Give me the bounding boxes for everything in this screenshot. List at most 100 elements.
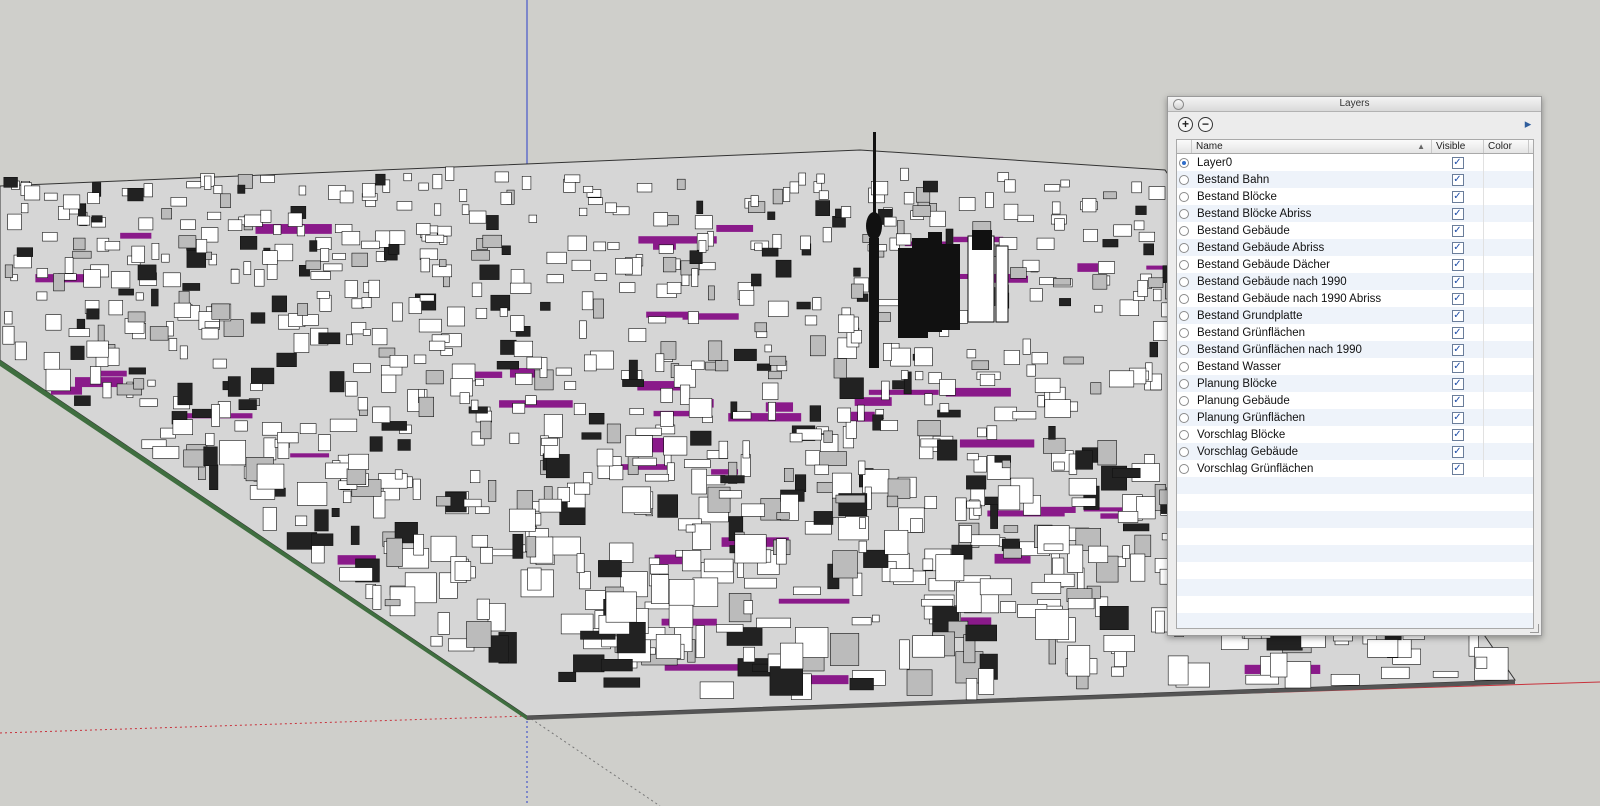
layer-name[interactable]: Bestand Grünflächen nach 1990 [1193, 344, 1432, 356]
layer-color-swatch[interactable] [1483, 273, 1528, 290]
layer-row[interactable]: Planung Blöcke ✓ [1177, 375, 1533, 392]
layer-color-swatch[interactable] [1483, 239, 1528, 256]
layer-color-swatch[interactable] [1483, 222, 1528, 239]
active-layer-radio[interactable] [1179, 310, 1189, 321]
layer-row[interactable]: Bestand Blöcke ✓ [1177, 188, 1533, 205]
layer-name[interactable]: Bestand Blöcke [1193, 191, 1432, 203]
layer-row[interactable]: Bestand Gebäude nach 1990 Abriss ✓ [1177, 290, 1533, 307]
visible-checkbox[interactable]: ✓ [1451, 462, 1464, 475]
visible-checkbox[interactable]: ✓ [1451, 224, 1464, 237]
layer-color-swatch[interactable] [1483, 307, 1528, 324]
layers-panel-titlebar[interactable]: Layers [1168, 97, 1541, 112]
visible-checkbox[interactable]: ✓ [1451, 173, 1464, 186]
active-layer-radio[interactable] [1179, 242, 1189, 253]
layer-color-swatch[interactable] [1483, 426, 1528, 443]
visible-column-header[interactable]: Visible [1432, 140, 1484, 153]
layer-color-swatch[interactable] [1483, 409, 1528, 426]
layer-color-swatch[interactable] [1483, 341, 1528, 358]
visible-checkbox[interactable]: ✓ [1451, 377, 1464, 390]
layer-name[interactable]: Planung Grünflächen [1193, 412, 1432, 424]
layer-row[interactable]: Vorschlag Gebäude ✓ [1177, 443, 1533, 460]
visible-checkbox[interactable]: ✓ [1451, 292, 1464, 305]
layer-row[interactable]: Bestand Grünflächen nach 1990 ✓ [1177, 341, 1533, 358]
active-layer-radio[interactable] [1179, 191, 1189, 202]
color-column-header[interactable]: Color [1484, 140, 1529, 153]
layer-row[interactable]: Layer0 ✓ [1177, 154, 1533, 171]
active-layer-radio[interactable] [1179, 378, 1189, 389]
visible-checkbox[interactable]: ✓ [1451, 411, 1464, 424]
layer-row[interactable]: Vorschlag Grünflächen ✓ [1177, 460, 1533, 477]
layer-color-swatch[interactable] [1483, 171, 1528, 188]
layer-color-swatch[interactable] [1483, 256, 1528, 273]
visible-checkbox[interactable]: ✓ [1451, 343, 1464, 356]
active-layer-radio[interactable] [1179, 395, 1189, 406]
visible-checkbox[interactable]: ✓ [1451, 309, 1464, 322]
layer-color-swatch[interactable] [1483, 154, 1528, 171]
active-layer-radio[interactable] [1179, 174, 1189, 185]
layer-row[interactable]: Bestand Grundplatte ✓ [1177, 307, 1533, 324]
layer-name[interactable]: Bestand Grundplatte [1193, 310, 1432, 322]
active-layer-radio[interactable] [1179, 446, 1189, 457]
layer-row[interactable]: Vorschlag Blöcke ✓ [1177, 426, 1533, 443]
visible-checkbox[interactable]: ✓ [1451, 241, 1464, 254]
layer-name[interactable]: Bestand Gebäude Abriss [1193, 242, 1432, 254]
visible-checkbox[interactable]: ✓ [1451, 360, 1464, 373]
layer-name[interactable]: Layer0 [1193, 157, 1432, 169]
layer-row[interactable]: Bestand Gebäude ✓ [1177, 222, 1533, 239]
details-arrow-icon[interactable]: ▸ [1521, 117, 1535, 131]
layer-row[interactable]: Bestand Wasser ✓ [1177, 358, 1533, 375]
remove-layer-button[interactable]: − [1198, 117, 1213, 132]
layer-name[interactable]: Bestand Gebäude Dächer [1193, 259, 1432, 271]
layer-color-swatch[interactable] [1483, 443, 1528, 460]
layer-row[interactable]: Bestand Bahn ✓ [1177, 171, 1533, 188]
layer-row[interactable]: Bestand Blöcke Abriss ✓ [1177, 205, 1533, 222]
visible-checkbox[interactable]: ✓ [1451, 445, 1464, 458]
active-layer-radio[interactable] [1179, 429, 1189, 440]
layer-row[interactable]: Planung Grünflächen ✓ [1177, 409, 1533, 426]
layer-name[interactable]: Bestand Gebäude [1193, 225, 1432, 237]
active-layer-radio[interactable] [1179, 293, 1189, 304]
active-layer-radio[interactable] [1179, 157, 1189, 168]
visible-checkbox[interactable]: ✓ [1451, 326, 1464, 339]
layer-color-swatch[interactable] [1483, 290, 1528, 307]
name-column-header[interactable]: Name ▲ [1192, 140, 1432, 153]
layer-name[interactable]: Bestand Gebäude nach 1990 Abriss [1193, 293, 1432, 305]
layer-name[interactable]: Vorschlag Grünflächen [1193, 463, 1432, 475]
layer-color-swatch[interactable] [1483, 324, 1528, 341]
layer-row[interactable]: Bestand Grünflächen ✓ [1177, 324, 1533, 341]
active-layer-radio[interactable] [1179, 463, 1189, 474]
layer-name[interactable]: Vorschlag Gebäude [1193, 446, 1432, 458]
layer-color-swatch[interactable] [1483, 205, 1528, 222]
active-layer-radio[interactable] [1179, 276, 1189, 287]
layer-row[interactable]: Planung Gebäude ✓ [1177, 392, 1533, 409]
layer-name[interactable]: Planung Blöcke [1193, 378, 1432, 390]
visible-checkbox[interactable]: ✓ [1451, 258, 1464, 271]
layer-color-swatch[interactable] [1483, 358, 1528, 375]
visible-checkbox[interactable]: ✓ [1451, 275, 1464, 288]
layer-name[interactable]: Planung Gebäude [1193, 395, 1432, 407]
layer-name[interactable]: Bestand Grünflächen [1193, 327, 1432, 339]
layer-row[interactable]: Bestand Gebäude Dächer ✓ [1177, 256, 1533, 273]
visible-checkbox[interactable]: ✓ [1451, 428, 1464, 441]
visible-checkbox[interactable]: ✓ [1451, 190, 1464, 203]
layer-name[interactable]: Bestand Gebäude nach 1990 [1193, 276, 1432, 288]
close-icon[interactable] [1173, 99, 1184, 110]
visible-checkbox[interactable]: ✓ [1451, 394, 1464, 407]
active-layer-radio[interactable] [1179, 344, 1189, 355]
active-layer-radio[interactable] [1179, 225, 1189, 236]
layer-color-swatch[interactable] [1483, 188, 1528, 205]
active-layer-radio[interactable] [1179, 208, 1189, 219]
layer-color-swatch[interactable] [1483, 460, 1528, 477]
visible-checkbox[interactable]: ✓ [1451, 207, 1464, 220]
add-layer-button[interactable]: + [1178, 117, 1193, 132]
layer-name[interactable]: Bestand Bahn [1193, 174, 1432, 186]
layer-row[interactable]: Bestand Gebäude Abriss ✓ [1177, 239, 1533, 256]
active-layer-radio[interactable] [1179, 327, 1189, 338]
resize-grip-icon[interactable] [1530, 624, 1539, 633]
visible-checkbox[interactable]: ✓ [1451, 156, 1464, 169]
active-layer-radio[interactable] [1179, 361, 1189, 372]
layer-name[interactable]: Bestand Wasser [1193, 361, 1432, 373]
layer-color-swatch[interactable] [1483, 392, 1528, 409]
active-layer-radio[interactable] [1179, 412, 1189, 423]
layer-name[interactable]: Bestand Blöcke Abriss [1193, 208, 1432, 220]
